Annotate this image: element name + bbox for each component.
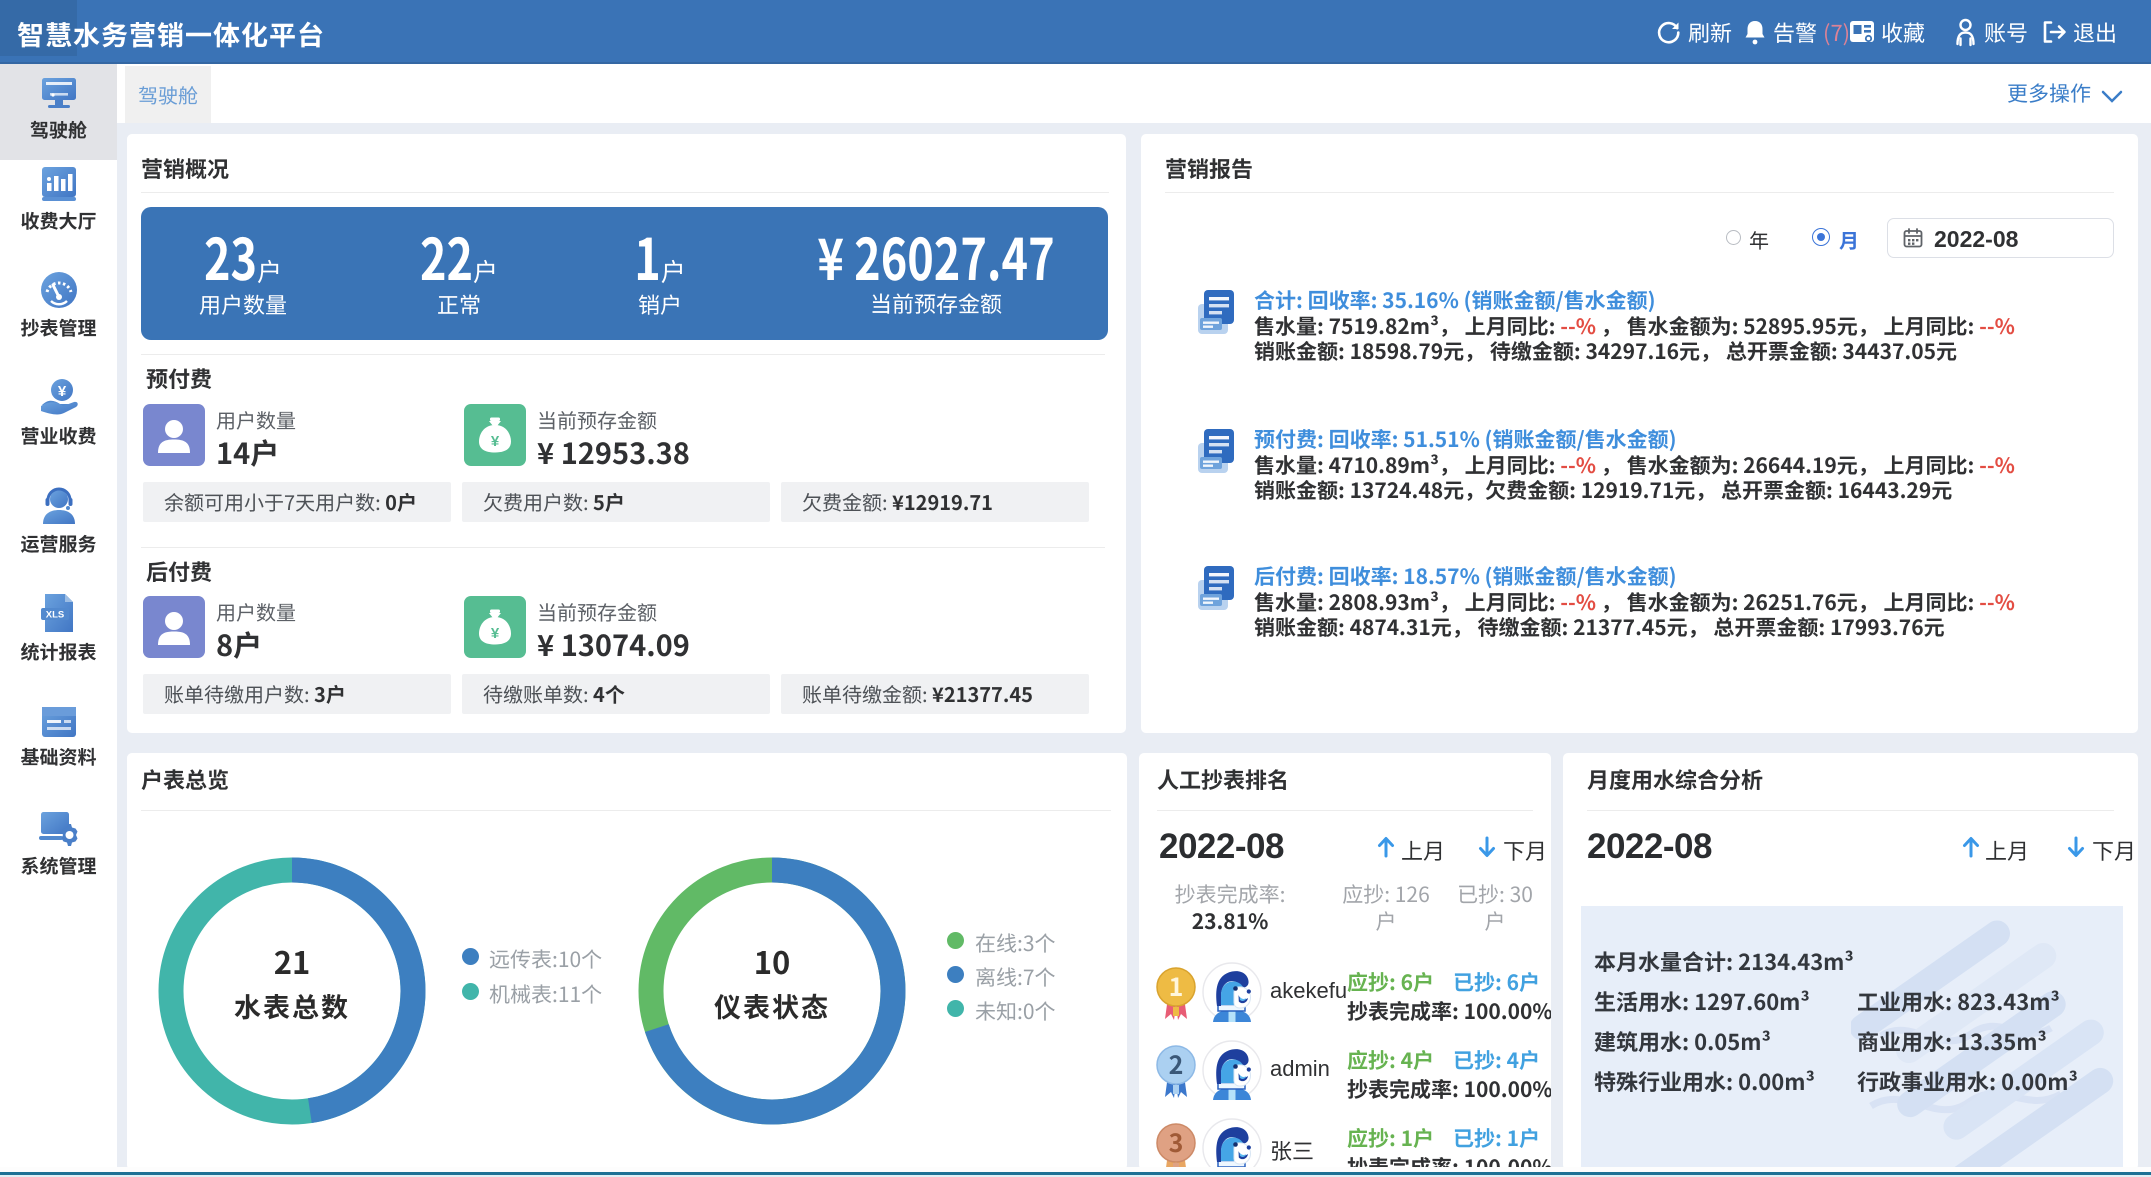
svg-text:2: 2 xyxy=(1169,1046,1184,1082)
svg-text:XLS: XLS xyxy=(45,610,63,621)
svg-text:¥: ¥ xyxy=(491,625,500,642)
svg-text:1: 1 xyxy=(1169,968,1184,1004)
svg-text:¥: ¥ xyxy=(491,433,500,450)
svg-text:3: 3 xyxy=(1169,1124,1184,1160)
svg-text:¥: ¥ xyxy=(57,383,66,400)
